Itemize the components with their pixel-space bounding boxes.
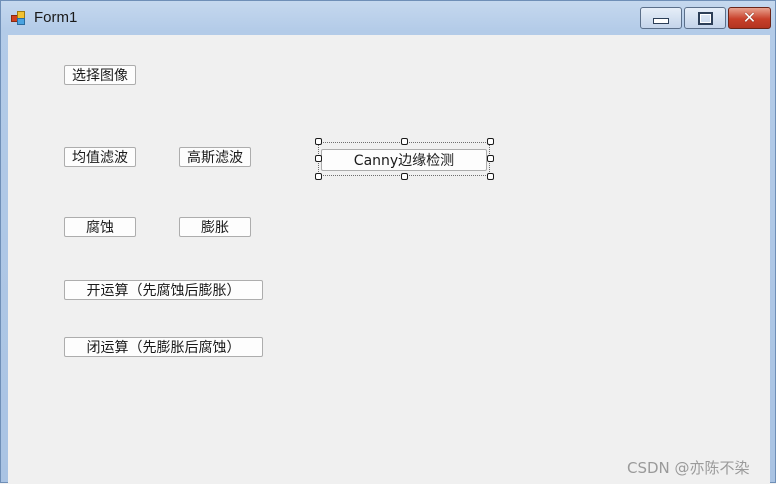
resize-handle[interactable] [487,138,494,145]
app-icon [11,11,27,25]
dilate-button[interactable]: 膨胀 [179,217,251,237]
maximize-icon [697,11,713,25]
resize-handle[interactable] [487,155,494,162]
select-image-button[interactable]: 选择图像 [64,65,136,85]
title-bar[interactable]: Form1 ✕ [1,1,775,35]
resize-handle[interactable] [315,173,322,180]
resize-handle[interactable] [315,138,322,145]
resize-handle[interactable] [401,138,408,145]
minimize-icon [653,18,669,24]
mean-filter-button[interactable]: 均值滤波 [64,147,136,167]
window-title: Form1 [34,9,78,26]
close-icon: ✕ [742,8,757,27]
maximize-button[interactable] [684,7,726,29]
watermark: CSDN @亦陈不染 [627,459,750,477]
gaussian-filter-button[interactable]: 高斯滤波 [179,147,251,167]
canny-edge-button[interactable]: Canny边缘检测 [321,149,487,171]
resize-handle[interactable] [401,173,408,180]
close-button[interactable]: ✕ [728,7,771,29]
resize-handle[interactable] [487,173,494,180]
resize-handle[interactable] [315,155,322,162]
erode-button[interactable]: 腐蚀 [64,217,136,237]
closing-button[interactable]: 闭运算（先膨胀后腐蚀） [64,337,263,357]
opening-button[interactable]: 开运算（先腐蚀后膨胀） [64,280,263,300]
form-client-area: 选择图像 均值滤波 高斯滤波 Canny边缘检测 腐蚀 膨胀 开运算（先腐蚀后膨… [8,35,770,484]
minimize-button[interactable] [640,7,682,29]
form-window: Form1 ✕ 选择图像 均值滤波 高斯滤波 Canny边缘检测 腐蚀 膨胀 开… [0,0,776,484]
